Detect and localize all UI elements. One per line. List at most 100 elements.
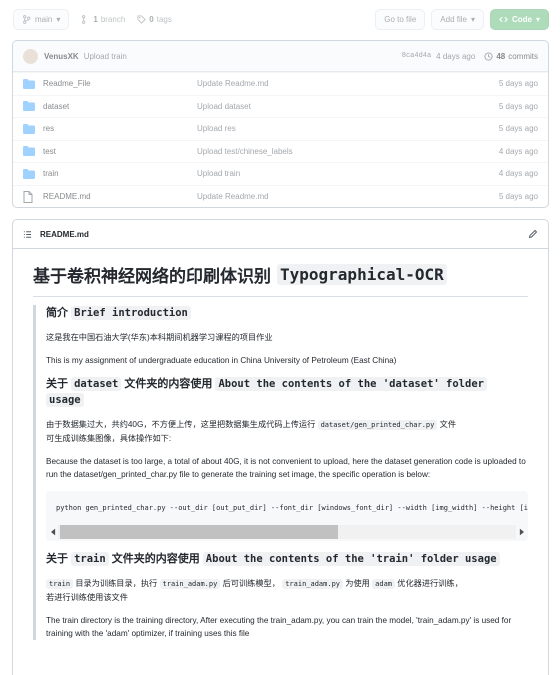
dataset-heading-mid: 文件夹的内容使用: [124, 378, 213, 390]
train-heading: 关于 train 文件夹的内容使用 About the contents of …: [46, 551, 528, 567]
file-row[interactable]: dataset Upload dataset 5 days ago: [13, 94, 548, 118]
commit-message[interactable]: Upload train: [84, 52, 127, 61]
pencil-icon[interactable]: [528, 229, 538, 239]
intro-chinese: 这是我在中国石油大学(华东)本科期间机器学习课程的项目作业: [46, 333, 273, 342]
file-row[interactable]: test Upload test/chinese_labels 4 days a…: [13, 139, 548, 163]
train-cn-text1: 目录为训练目录，执行: [75, 579, 158, 588]
scroll-track[interactable]: [58, 525, 516, 539]
train-cn-script: train_adam.py: [159, 579, 221, 589]
train-chinese: train 目录为训练目录，执行 train_adam.py 后可训练模型， t…: [46, 577, 528, 604]
intro-heading-code: Brief introduction: [71, 306, 191, 320]
dataset-heading-prefix: 关于: [46, 378, 68, 390]
file-commit-message[interactable]: Update Readme.md: [197, 79, 478, 88]
file-row[interactable]: README.md Update Readme.md 5 days ago: [13, 184, 548, 208]
train-heading-mid: 文件夹的内容使用: [111, 553, 200, 565]
train-cn-text3: 为使用: [345, 579, 370, 588]
branches-label: branch: [100, 14, 126, 24]
file-row[interactable]: train Upload train 4 days ago: [13, 162, 548, 185]
train-cn-script2: train_adam.py: [282, 579, 344, 589]
dataset-cn-script: dataset/gen_printed_char.py: [317, 420, 438, 430]
history-icon: [484, 51, 493, 61]
file-commit-message[interactable]: Upload train: [197, 169, 478, 178]
file-name[interactable]: README.md: [43, 192, 197, 201]
horizontal-scrollbar[interactable]: [48, 525, 526, 539]
folder-icon: [23, 101, 35, 112]
file-age: 4 days ago: [498, 169, 538, 179]
train-cn-text2: 后可训练模型，: [222, 579, 280, 588]
chevron-down-icon: ▾: [535, 14, 540, 24]
file-name[interactable]: Readme_File: [43, 79, 197, 88]
title-code: Typographical-OCR: [277, 264, 447, 285]
dataset-heading: 关于 dataset 文件夹的内容使用 About the contents o…: [46, 376, 528, 408]
code-button[interactable]: Code ▾: [489, 8, 549, 30]
code-label: Code: [511, 14, 532, 24]
branch-select-button[interactable]: main ▾: [13, 8, 70, 30]
intro-english: This is my assignment of undergraduate e…: [46, 356, 397, 365]
train-heading-english: About the contents of the 'train' folder…: [202, 552, 500, 566]
train-cn-dir: train: [46, 579, 74, 589]
commit-author[interactable]: VenusXK: [44, 52, 79, 61]
folder-icon: [23, 78, 35, 89]
branch-icon: [23, 14, 31, 24]
train-cn-text5: 若进行训练使用该文件: [46, 593, 128, 602]
dataset-heading-folder: dataset: [71, 377, 122, 391]
train-heading-prefix: 关于: [46, 553, 68, 565]
file-commit-message[interactable]: Upload dataset: [197, 102, 478, 111]
file-icon: [23, 191, 35, 204]
dataset-english: Because the dataset is too large, a tota…: [46, 457, 526, 479]
branch-icon: [82, 14, 86, 24]
avatar[interactable]: [23, 48, 38, 64]
tag-icon: [137, 14, 147, 24]
commits-label: commits: [508, 51, 538, 61]
dataset-heading-usage: usage: [46, 393, 84, 407]
repo-toolbar: main ▾ 1 branch 0 tags Go to file Add fi…: [13, 8, 549, 30]
file-name[interactable]: test: [43, 147, 197, 156]
dataset-cn-file: 文件: [439, 420, 457, 429]
file-age: 5 days ago: [498, 124, 538, 134]
dataset-heading-english: About the contents of the 'dataset' fold…: [215, 377, 487, 391]
file-row[interactable]: res Upload res 5 days ago: [13, 117, 548, 140]
tags-count: 0: [149, 14, 154, 24]
intro-heading: 简介 Brief introduction: [46, 305, 528, 321]
file-commit-message[interactable]: Upload test/chinese_labels: [197, 147, 478, 156]
file-browser: VenusXK Upload train 8ca4d4a 4 days ago …: [12, 40, 549, 208]
dataset-cn-tail: 可生成训练集图像，具体操作如下:: [46, 434, 172, 443]
folder-icon: [23, 168, 35, 179]
file-row[interactable]: Readme_File Update Readme.md 5 days ago: [13, 72, 548, 95]
readme-blockquote: 简介 Brief introduction 这是我在中国石油大学(华东)本科期间…: [33, 305, 528, 640]
train-cn-optimizer: adam: [372, 579, 396, 589]
branches-link[interactable]: 1 branch: [81, 15, 125, 24]
file-name[interactable]: res: [43, 124, 197, 133]
add-file-label: Add file: [440, 14, 467, 24]
scroll-left-icon[interactable]: [48, 528, 58, 536]
train-english: The train directory is the training dire…: [46, 616, 512, 638]
commit-sha[interactable]: 8ca4d4a: [402, 52, 431, 60]
readme-content: 基于卷积神经网络的印刷体识别 Typographical-OCR 简介 Brie…: [13, 249, 548, 640]
scroll-right-icon[interactable]: [516, 528, 526, 536]
readme-filename: README.md: [40, 229, 89, 239]
latest-commit-bar: VenusXK Upload train 8ca4d4a 4 days ago …: [13, 41, 548, 72]
add-file-button[interactable]: Add file ▾: [431, 8, 484, 30]
page-title: 基于卷积神经网络的印刷体识别 Typographical-OCR: [33, 262, 528, 297]
dataset-cn-text: 由于数据集过大，共约40G，不方便上传，这里把数据集生成代码上传运行: [46, 420, 316, 429]
train-cn-text4: 优化器进行训练，: [397, 579, 463, 588]
file-commit-message[interactable]: Update Readme.md: [197, 192, 478, 201]
commits-history-link[interactable]: 48 commits: [484, 52, 538, 61]
dataset-command: python gen_printed_char.py --out_dir [ou…: [56, 504, 528, 512]
scroll-thumb[interactable]: [60, 525, 338, 539]
go-to-file-button[interactable]: Go to file: [375, 8, 426, 30]
commits-count: 48: [496, 51, 506, 61]
code-block: python gen_printed_char.py --out_dir [ou…: [46, 491, 528, 541]
file-commit-message[interactable]: Upload res: [197, 124, 478, 133]
intro-heading-cn: 简介: [46, 307, 68, 319]
file-age: 5 days ago: [498, 101, 538, 111]
code-icon: [499, 16, 508, 22]
file-name[interactable]: dataset: [43, 102, 197, 111]
readme-panel: README.md 基于卷积神经网络的印刷体识别 Typographical-O…: [12, 219, 549, 675]
file-name[interactable]: train: [43, 169, 197, 178]
tags-link[interactable]: 0 tags: [137, 15, 172, 24]
file-age: 4 days ago: [498, 146, 538, 156]
commit-age: 4 days ago: [436, 51, 476, 61]
list-icon[interactable]: [23, 230, 32, 239]
file-age: 5 days ago: [498, 79, 538, 89]
